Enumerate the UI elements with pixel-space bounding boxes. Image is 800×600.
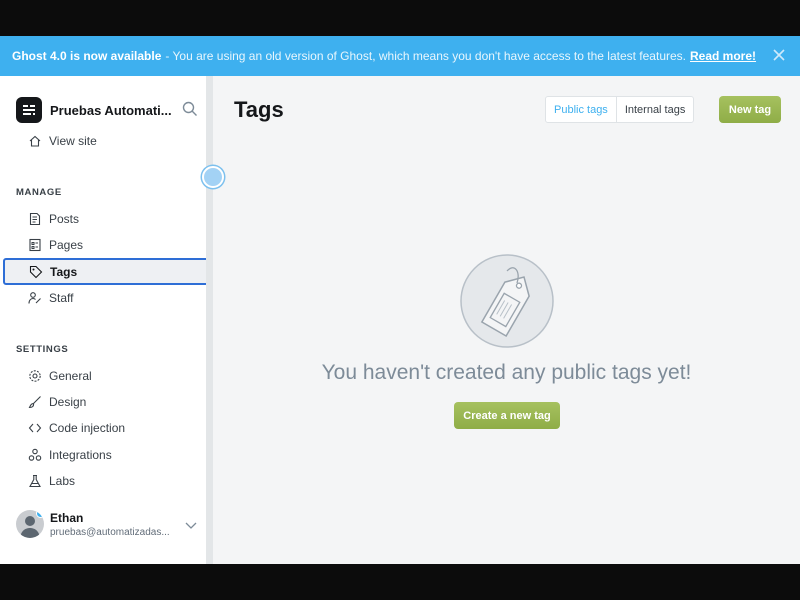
read-more-link[interactable]: Read more! [690,49,756,63]
sidebar-item-design[interactable]: Design [28,392,86,412]
integrations-icon [28,448,42,462]
tab-internal-tags[interactable]: Internal tags [617,97,694,122]
sidebar-item-label: Design [49,395,87,409]
page-title: Tags [234,97,284,122]
ghost-logo-icon [16,97,42,123]
chevron-down-icon[interactable] [184,520,198,530]
sidebar-item-label: Tags [50,264,78,279]
update-banner: Ghost 4.0 is now available - You are usi… [0,36,800,76]
sidebar-item-code-injection[interactable]: Code injection [28,418,125,438]
view-site-link[interactable]: View site [28,131,97,151]
sidebar-item-label: Posts [49,212,80,226]
sidebar-resize-edge[interactable] [206,76,213,564]
sidebar-item-label: Staff [49,291,74,305]
tag-type-toggle: Public tags Internal tags [545,96,695,123]
posts-icon [28,212,42,226]
user-menu[interactable]: Ethan pruebas@automatizadas... [16,510,170,538]
site-brand[interactable]: Pruebas Automati... [16,97,172,123]
sidebar-item-posts[interactable]: Posts [28,209,79,229]
sidebar-item-general[interactable]: General [28,366,92,386]
sidebar-resize-handle[interactable] [202,166,224,188]
create-tag-button[interactable]: Create a new tag [454,402,560,429]
site-name: Pruebas Automati... [50,102,172,118]
new-tag-button[interactable]: New tag [719,96,781,123]
manage-section-label: MANAGE [16,187,62,198]
empty-state-message: You haven't created any public tags yet! [321,361,692,384]
app-window: Ghost 4.0 is now available - You are usi… [0,36,800,564]
status-dot [36,510,44,518]
sidebar-item-label: Labs [49,474,76,488]
sidebar-item-labs[interactable]: Labs [28,471,75,491]
sidebar-item-staff[interactable]: Staff [28,288,73,308]
pages-icon [28,238,42,252]
close-icon[interactable] [772,48,786,62]
banner-title: Ghost 4.0 is now available [12,49,162,63]
code-icon [28,421,42,435]
sidebar: Pruebas Automati... View site MANAGE Pos… [0,76,210,564]
tab-public-tags[interactable]: Public tags [546,97,616,122]
user-name: Ethan [50,510,84,525]
sidebar-item-label: Code injection [49,421,126,435]
brush-icon [28,395,42,409]
user-email: pruebas@automatizadas... [50,526,170,538]
gear-icon [28,369,42,383]
settings-section-label: SETTINGS [16,344,69,355]
sidebar-item-label: General [49,369,92,383]
flask-icon [28,474,42,488]
sidebar-item-label: Integrations [49,448,112,462]
tag-illustration-icon [460,254,554,348]
view-site-label: View site [49,134,97,148]
sidebar-item-integrations[interactable]: Integrations [28,445,112,465]
banner-message: - You are using an old version of Ghost,… [165,49,686,63]
sidebar-item-label: Pages [49,238,84,252]
staff-icon [28,291,42,305]
sidebar-item-pages[interactable]: Pages [28,235,83,255]
tag-icon [29,265,43,279]
search-icon[interactable] [182,101,198,117]
home-icon [28,134,42,148]
sidebar-item-tags[interactable]: Tags [3,258,210,285]
avatar [16,510,44,538]
